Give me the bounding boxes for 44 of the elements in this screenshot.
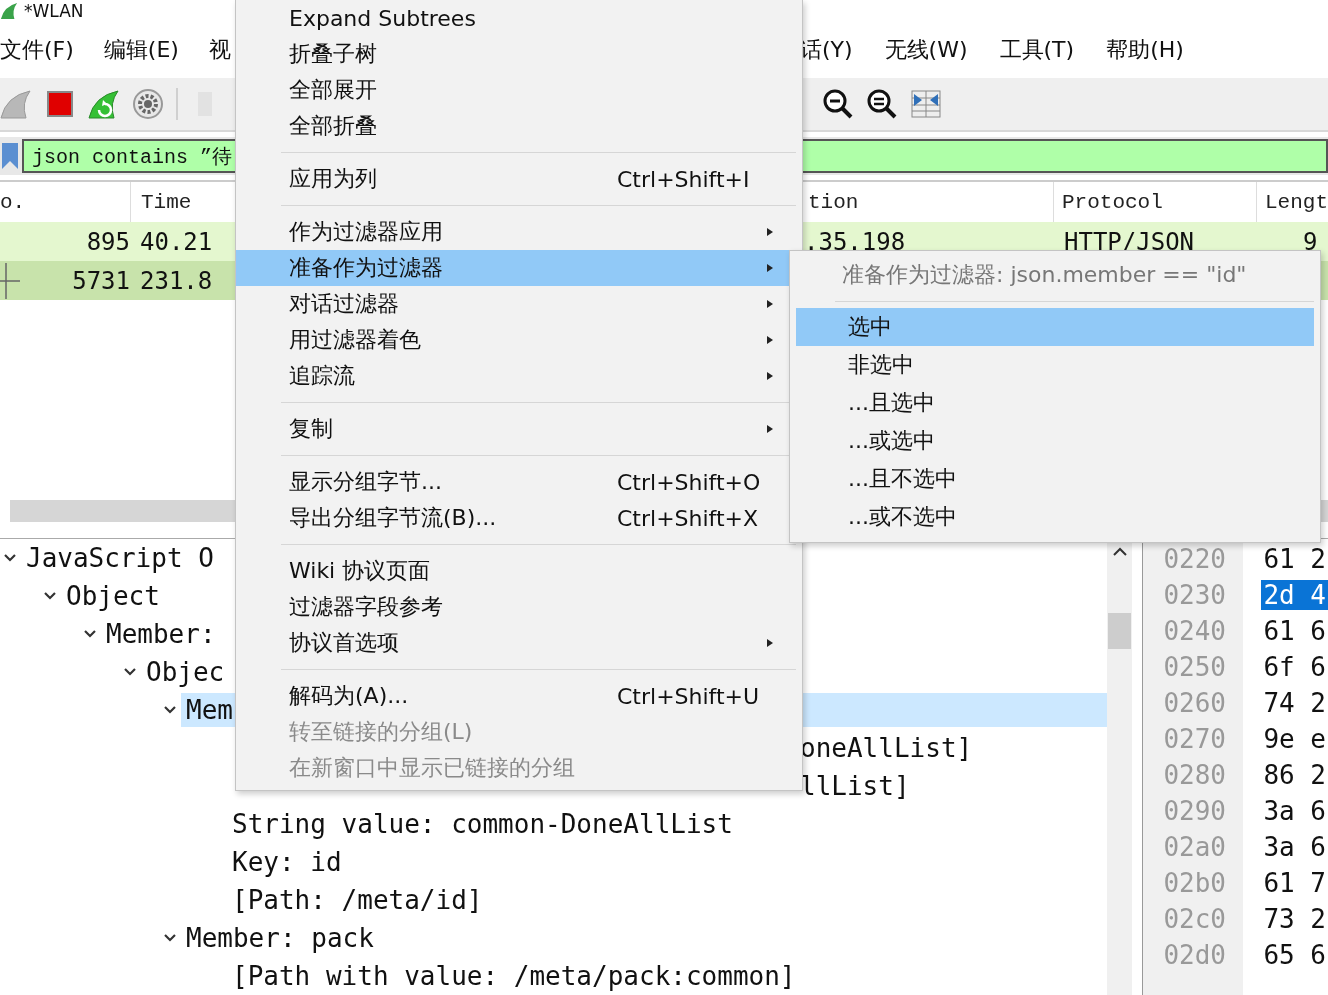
- menu-item-label: 追踪流: [289, 362, 355, 390]
- menu-item-label: 作为过滤器应用: [289, 218, 443, 246]
- hex-offset: 02a0: [1162, 832, 1227, 862]
- shortcut-label: Ctrl+Shift+I: [617, 166, 750, 192]
- menu-item-label: 过滤器字段参考: [289, 593, 443, 621]
- window-title: *WLAN: [24, 1, 84, 21]
- menu-item-label: Wiki 协议页面: [289, 557, 431, 585]
- hex-offset: 0270: [1162, 724, 1227, 754]
- hex-offset: 0230: [1162, 580, 1227, 610]
- menu-item-label: 全部展开: [289, 76, 377, 104]
- table-cell-text: 231.8: [139, 266, 213, 295]
- table-cell-text: 40.21: [139, 227, 213, 256]
- hex-offset: 0250: [1162, 652, 1227, 682]
- table-cell-text: .35.198: [803, 227, 907, 256]
- table-cell-text: HTTP/JSON: [1063, 227, 1196, 256]
- table-cell-text: 895: [85, 227, 130, 256]
- hex-offset: 0260: [1162, 688, 1227, 718]
- menu-item-label: 转至链接的分组(L): [289, 718, 473, 746]
- menu-item-label: 全部折叠: [289, 112, 377, 140]
- hex-offset: 0220: [1162, 544, 1227, 574]
- hex-offset: 02d0: [1162, 940, 1227, 970]
- menu-item-label: Expand Subtrees: [289, 5, 476, 31]
- menu-item-label: 折叠子树: [289, 40, 377, 68]
- menu-item-label: 协议首选项: [289, 629, 399, 657]
- menu-item-label: 对话过滤器: [289, 290, 399, 318]
- menu-item-label: 解码为(A)...: [289, 682, 409, 710]
- menu-item-label: 复制: [289, 415, 333, 443]
- shortcut-label: Ctrl+Shift+X: [617, 505, 759, 531]
- hex-offset: 02b0: [1162, 868, 1227, 898]
- shortcut-label: Ctrl+Shift+O: [617, 469, 761, 495]
- table-cell-text: 9: [1302, 227, 1318, 256]
- hex-offset: 0290: [1162, 796, 1227, 826]
- menu-item-label: 在新窗口中显示已链接的分组: [289, 754, 575, 782]
- menu-item-label: 准备作为过滤器: [289, 254, 443, 282]
- menu-item-label: 显示分组字节...: [289, 468, 442, 496]
- hex-offset: 0240: [1162, 616, 1227, 646]
- table-cell-text: 5731: [71, 266, 130, 295]
- menu-item-label: 应用为列: [289, 165, 377, 193]
- hex-offset: 0280: [1162, 760, 1227, 790]
- submenu-header: 准备作为过滤器: json.member == "id": [841, 261, 1248, 289]
- shortcut-label: Ctrl+Shift+U: [617, 683, 760, 709]
- menu-item-label: 用过滤器着色: [289, 326, 421, 354]
- hex-offset: 02c0: [1162, 904, 1227, 934]
- menu-item-label: 导出分组字节流(B)...: [289, 504, 497, 532]
